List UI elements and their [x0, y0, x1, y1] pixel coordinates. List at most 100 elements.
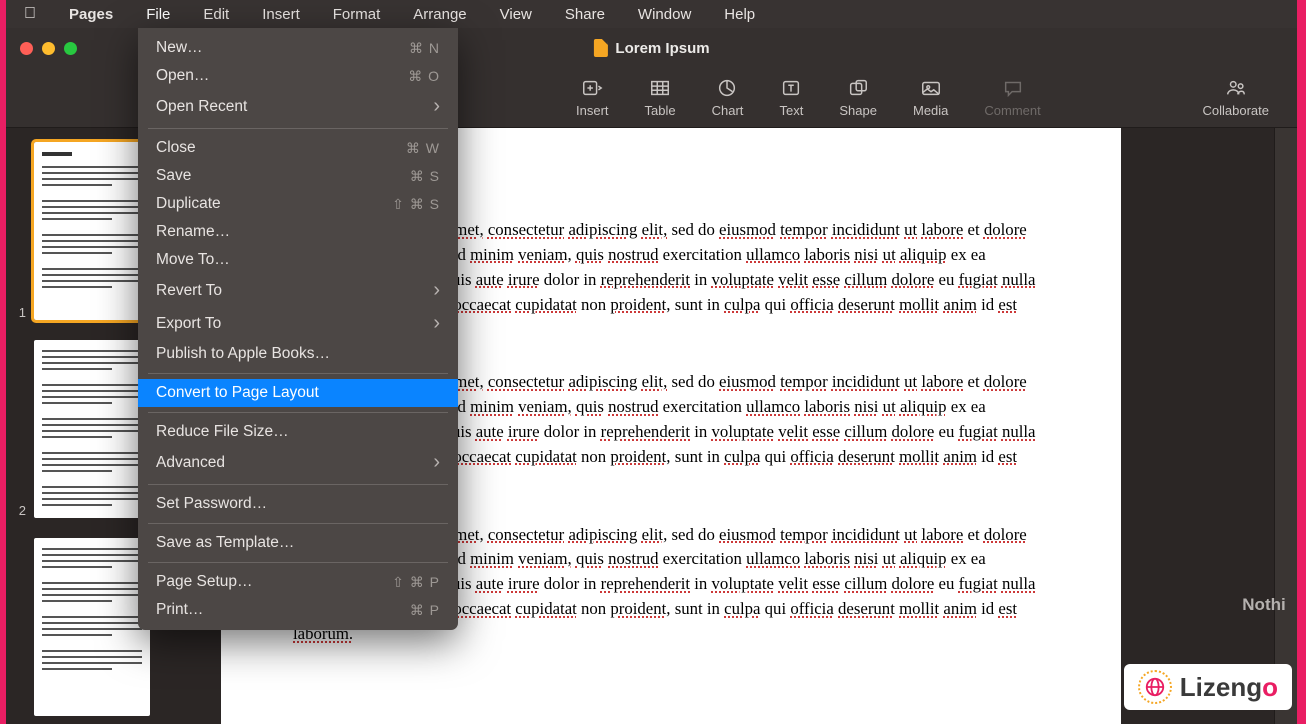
menu-item-page-setup[interactable]: Page Setup… ⇧ ⌘ P	[138, 568, 458, 596]
menu-shortcut: ⇧ ⌘ P	[392, 574, 440, 591]
inspector-hint: Nothi	[1234, 595, 1294, 619]
shape-icon	[846, 77, 870, 99]
insert-icon	[580, 77, 604, 99]
menu-item-label: Rename…	[156, 223, 230, 241]
menu-share[interactable]: Share	[565, 6, 605, 23]
menu-item-label: Set Password…	[156, 495, 267, 513]
toolbar-insert[interactable]: Insert	[576, 77, 609, 118]
page-thumbnail-1[interactable]	[34, 142, 150, 320]
chevron-right-icon: ›	[433, 451, 440, 474]
menu-item-close[interactable]: Close ⌘ W	[138, 134, 458, 162]
menu-item-label: Save	[156, 167, 191, 185]
minimize-button[interactable]	[42, 42, 55, 55]
toolbar-collaborate[interactable]: Collaborate	[1203, 77, 1270, 118]
page-thumbnail-2[interactable]	[34, 340, 150, 518]
toolbar-group: Insert Table Chart Text Shape Media	[576, 77, 1041, 118]
menu-item-save-as-template[interactable]: Save as Template…	[138, 529, 458, 557]
menu-shortcut: ⌘ P	[410, 602, 440, 619]
toolbar-table[interactable]: Table	[645, 77, 676, 118]
menu-item-duplicate[interactable]: Duplicate ⇧ ⌘ S	[138, 190, 458, 218]
zoom-button[interactable]	[64, 42, 77, 55]
menu-item-label: Close	[156, 139, 196, 157]
menu-separator	[148, 523, 448, 524]
toolbar-shape-label: Shape	[839, 103, 877, 118]
inspector-hint-line1: Nothi	[1234, 595, 1294, 615]
menu-item-set-password[interactable]: Set Password…	[138, 490, 458, 518]
menu-item-label: Export To	[156, 315, 221, 333]
app-menu[interactable]: Pages	[69, 6, 113, 23]
menu-item-advanced[interactable]: Advanced ›	[138, 446, 458, 479]
file-menu-dropdown: New…⌘ NOpen…⌘ OOpen Recent›Close⌘ WSave⌘…	[138, 28, 458, 630]
page-number-2: 2	[16, 503, 26, 518]
document-title[interactable]: Lorem Ipsum	[593, 39, 709, 57]
toolbar-chart[interactable]: Chart	[712, 77, 744, 118]
text-icon	[779, 77, 803, 99]
chevron-right-icon: ›	[433, 279, 440, 302]
menu-item-open[interactable]: Open… ⌘ O	[138, 62, 458, 90]
toolbar-comment: Comment	[984, 77, 1040, 118]
menu-item-move-to[interactable]: Move To…	[138, 246, 458, 274]
menu-item-new[interactable]: New… ⌘ N	[138, 34, 458, 62]
table-icon	[648, 77, 672, 99]
media-icon	[919, 77, 943, 99]
toolbar-collaborate-label: Collaborate	[1203, 103, 1270, 118]
menu-item-label: Duplicate	[156, 195, 221, 213]
menu-help[interactable]: Help	[724, 6, 755, 23]
menu-shortcut: ⌘ N	[409, 40, 440, 57]
menu-edit[interactable]: Edit	[203, 6, 229, 23]
menu-item-label: Page Setup…	[156, 573, 253, 591]
chevron-right-icon: ›	[433, 312, 440, 335]
menu-item-label: Move To…	[156, 251, 230, 269]
menu-separator	[148, 128, 448, 129]
toolbar-shape[interactable]: Shape	[839, 77, 877, 118]
document-title-text: Lorem Ipsum	[615, 40, 709, 57]
page-thumbnail-3[interactable]	[34, 538, 150, 716]
menu-insert[interactable]: Insert	[262, 6, 300, 23]
menu-item-label: Open…	[156, 67, 209, 85]
globe-icon	[1138, 670, 1172, 704]
comment-icon	[1001, 77, 1025, 99]
menu-item-label: Open Recent	[156, 98, 247, 116]
apple-menu-icon[interactable]: 	[24, 5, 36, 23]
format-panel[interactable]	[1274, 128, 1297, 724]
menu-item-rename[interactable]: Rename…	[138, 218, 458, 246]
menu-item-label: Print…	[156, 601, 203, 619]
menu-separator	[148, 562, 448, 563]
menu-item-label: Publish to Apple Books…	[156, 345, 330, 363]
watermark: Lizengo	[1124, 664, 1292, 710]
menu-item-label: Save as Template…	[156, 534, 294, 552]
toolbar-table-label: Table	[645, 103, 676, 118]
menu-view[interactable]: View	[500, 6, 532, 23]
menu-item-label: Reduce File Size…	[156, 423, 289, 441]
toolbar-media[interactable]: Media	[913, 77, 948, 118]
menu-item-label: Revert To	[156, 282, 222, 300]
toolbar-media-label: Media	[913, 103, 948, 118]
toolbar-chart-label: Chart	[712, 103, 744, 118]
menu-file[interactable]: File	[146, 6, 170, 23]
menu-item-convert-to-page-layout[interactable]: Convert to Page Layout	[138, 379, 458, 407]
menu-item-reduce-file-size[interactable]: Reduce File Size…	[138, 418, 458, 446]
menu-shortcut: ⌘ W	[406, 140, 440, 157]
close-button[interactable]	[20, 42, 33, 55]
toolbar-comment-label: Comment	[984, 103, 1040, 118]
menu-shortcut: ⇧ ⌘ S	[392, 196, 440, 213]
menubar:  Pages File Edit Insert Format Arrange …	[6, 0, 1297, 28]
menu-item-revert-to[interactable]: Revert To ›	[138, 274, 458, 307]
menu-item-open-recent[interactable]: Open Recent›	[138, 90, 458, 123]
menu-shortcut: ⌘ O	[408, 68, 440, 85]
menu-separator	[148, 373, 448, 374]
watermark-text: Lizengo	[1180, 672, 1278, 703]
menu-separator	[148, 484, 448, 485]
menu-window[interactable]: Window	[638, 6, 691, 23]
toolbar-text[interactable]: Text	[779, 77, 803, 118]
menu-item-save[interactable]: Save⌘ S	[138, 162, 458, 190]
menu-format[interactable]: Format	[333, 6, 381, 23]
menu-separator	[148, 412, 448, 413]
menu-item-export-to[interactable]: Export To ›	[138, 307, 458, 340]
menu-arrange[interactable]: Arrange	[413, 6, 466, 23]
menu-item-print[interactable]: Print… ⌘ P	[138, 596, 458, 624]
collaborate-icon	[1224, 77, 1248, 99]
menu-item-label: New…	[156, 39, 203, 57]
menu-item-publish-to-apple-books[interactable]: Publish to Apple Books…	[138, 340, 458, 368]
menu-item-label: Advanced	[156, 454, 225, 472]
